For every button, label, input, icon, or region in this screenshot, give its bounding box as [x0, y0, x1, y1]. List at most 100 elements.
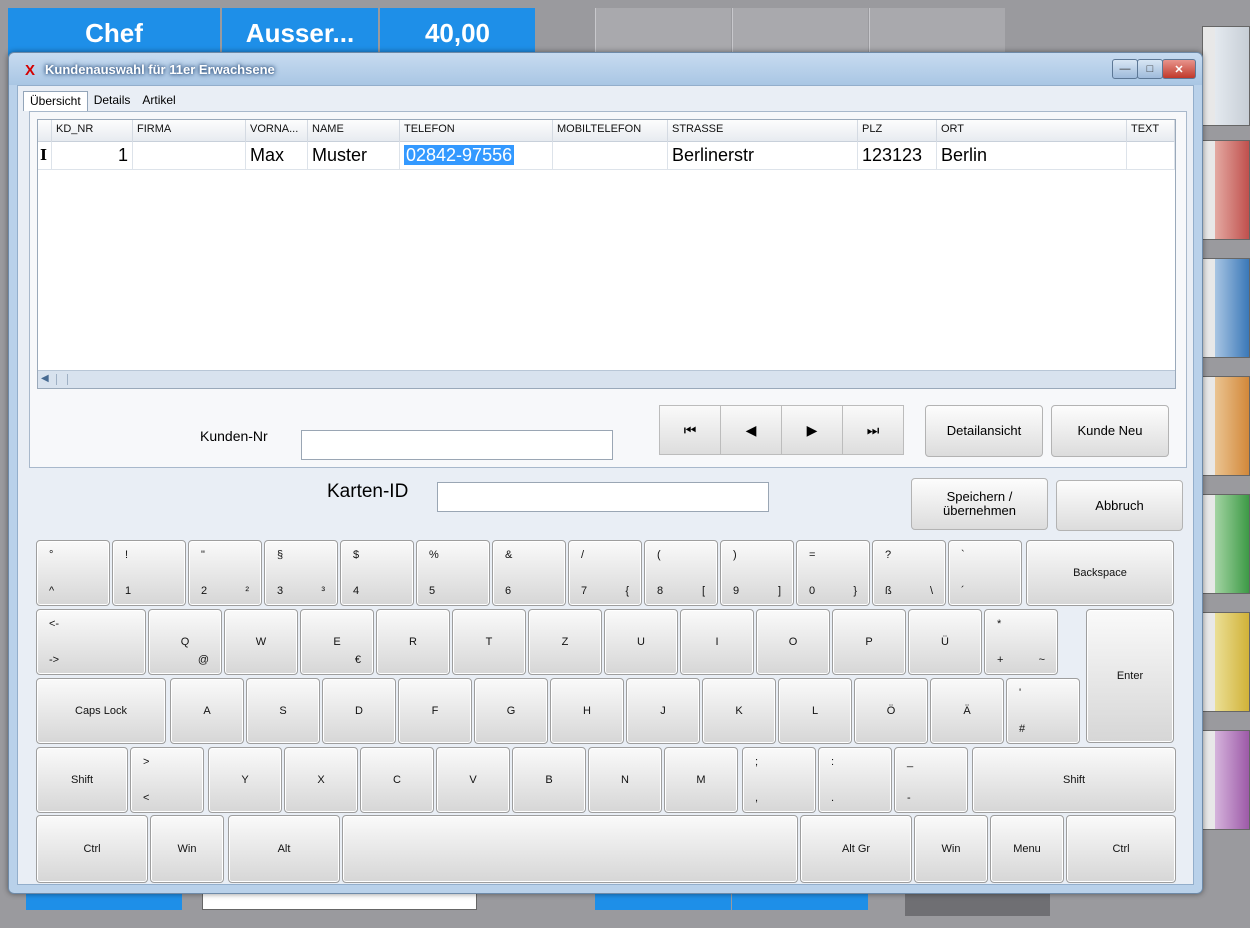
key-8[interactable]: (8 [ — [644, 540, 718, 606]
key-5[interactable]: % 5 — [416, 540, 490, 606]
key-space[interactable] — [342, 815, 798, 883]
key-k[interactable]: K — [702, 678, 776, 744]
cell-telefon[interactable]: 02842-97556 — [400, 142, 553, 170]
key-circumflex[interactable]: ° ^ — [36, 540, 110, 606]
key-g[interactable]: G — [474, 678, 548, 744]
key-q[interactable]: Q @ — [148, 609, 222, 675]
key-ctrl-left[interactable]: Ctrl — [36, 815, 148, 883]
key-p[interactable]: P — [832, 609, 906, 675]
key-d[interactable]: D — [322, 678, 396, 744]
key-r[interactable]: R — [376, 609, 450, 675]
key-j[interactable]: J — [626, 678, 700, 744]
scrollbar-thumb[interactable] — [56, 374, 68, 385]
key-w[interactable]: W — [224, 609, 298, 675]
nav-last-button[interactable]: ⏭ — [842, 405, 904, 455]
column-header-vorname[interactable]: VORNA... — [246, 120, 308, 142]
cell-text[interactable] — [1127, 142, 1175, 170]
key-comma[interactable]: ;, — [742, 747, 816, 813]
key-v[interactable]: V — [436, 747, 510, 813]
key-y[interactable]: Y — [208, 747, 282, 813]
cell-vorname[interactable]: Max — [246, 142, 308, 170]
key-shift-right[interactable]: Shift — [972, 747, 1176, 813]
kunde-neu-button[interactable]: Kunde Neu — [1051, 405, 1169, 457]
key-tab[interactable]: <- -> — [36, 609, 146, 675]
cell-plz[interactable]: 123123 — [858, 142, 937, 170]
key-2[interactable]: " 2 ² — [188, 540, 262, 606]
detailansicht-button[interactable]: Detailansicht — [925, 405, 1043, 457]
key-backspace[interactable]: Backspace — [1026, 540, 1174, 606]
key-acute[interactable]: ` ´ — [948, 540, 1022, 606]
key-f[interactable]: F — [398, 678, 472, 744]
key-enter[interactable]: Enter — [1086, 609, 1174, 743]
close-button[interactable]: ✕ — [1162, 59, 1196, 79]
tab-uebersicht[interactable]: Übersicht — [23, 91, 88, 111]
cell-kd-nr[interactable]: 1 — [52, 142, 133, 170]
key-caps-lock[interactable]: Caps Lock — [36, 678, 166, 744]
cell-firma[interactable] — [133, 142, 246, 170]
title-bar[interactable]: X Kundenauswahl für 11er Erwachsene — □ … — [9, 53, 1202, 85]
key-1[interactable]: ! 1 — [112, 540, 186, 606]
column-header-kd-nr[interactable]: KD_NR — [52, 120, 133, 142]
key-x[interactable]: X — [284, 747, 358, 813]
key-n[interactable]: N — [588, 747, 662, 813]
key-oe[interactable]: Ö — [854, 678, 928, 744]
key-m[interactable]: M — [664, 747, 738, 813]
kunden-nr-input[interactable] — [301, 430, 613, 460]
customer-grid[interactable]: KD_NR FIRMA VORNA... NAME TELEFON MOBILT… — [37, 119, 1176, 389]
key-b[interactable]: B — [512, 747, 586, 813]
column-header-mobiltelefon[interactable]: MOBILTELEFON — [553, 120, 668, 142]
key-hash[interactable]: ' # — [1006, 678, 1080, 744]
minimize-button[interactable]: — — [1112, 59, 1138, 79]
banknote-500-image[interactable] — [1202, 730, 1250, 830]
banknote-200-image[interactable] — [1202, 612, 1250, 712]
key-7[interactable]: / 7 { — [568, 540, 642, 606]
key-e[interactable]: E € — [300, 609, 374, 675]
key-sz[interactable]: ? ß \ — [872, 540, 946, 606]
column-header-firma[interactable]: FIRMA — [133, 120, 246, 142]
key-3[interactable]: § 3 ³ — [264, 540, 338, 606]
column-header-plz[interactable]: PLZ — [858, 120, 937, 142]
key-a[interactable]: A — [170, 678, 244, 744]
key-6[interactable]: & 6 — [492, 540, 566, 606]
key-win-right[interactable]: Win — [914, 815, 988, 883]
key-minus[interactable]: _ - — [894, 747, 968, 813]
column-header-text[interactable]: TEXT — [1127, 120, 1175, 142]
column-header-telefon[interactable]: TELEFON — [400, 120, 553, 142]
key-angle[interactable]: > < — [130, 747, 204, 813]
key-ae[interactable]: Ä — [930, 678, 1004, 744]
key-i[interactable]: I — [680, 609, 754, 675]
key-alt-gr[interactable]: Alt Gr — [800, 815, 912, 883]
scroll-left-icon[interactable]: ◀ — [41, 373, 49, 384]
maximize-button[interactable]: □ — [1137, 59, 1163, 79]
tab-artikel[interactable]: Artikel — [136, 91, 181, 111]
banknote-10-image[interactable] — [1202, 140, 1250, 240]
key-t[interactable]: T — [452, 609, 526, 675]
tab-details[interactable]: Details — [88, 91, 137, 111]
key-u[interactable]: U — [604, 609, 678, 675]
key-ctrl-right[interactable]: Ctrl — [1066, 815, 1176, 883]
column-header-strasse[interactable]: STRASSE — [668, 120, 858, 142]
banknote-20-image[interactable] — [1202, 258, 1250, 358]
key-9[interactable]: ) 9] — [720, 540, 794, 606]
key-plus[interactable]: * + ~ — [984, 609, 1058, 675]
key-0[interactable]: = 0} — [796, 540, 870, 606]
horizontal-scrollbar[interactable]: ◀ — [38, 370, 1175, 388]
key-shift-left[interactable]: Shift — [36, 747, 128, 813]
cell-ort[interactable]: Berlin — [937, 142, 1127, 170]
key-s[interactable]: S — [246, 678, 320, 744]
key-o[interactable]: O — [756, 609, 830, 675]
key-h[interactable]: H — [550, 678, 624, 744]
key-l[interactable]: L — [778, 678, 852, 744]
cell-name[interactable]: Muster — [308, 142, 400, 170]
key-ue[interactable]: Ü — [908, 609, 982, 675]
banknote-50-image[interactable] — [1202, 376, 1250, 476]
column-header-ort[interactable]: ORT — [937, 120, 1127, 142]
banknote-5-image[interactable] — [1202, 26, 1250, 126]
key-z[interactable]: Z — [528, 609, 602, 675]
key-period[interactable]: :. — [818, 747, 892, 813]
banknote-100-image[interactable] — [1202, 494, 1250, 594]
table-row[interactable]: I 1 Max Muster 02842-97556 Berlinerstr 1… — [38, 142, 1175, 170]
cell-mobiltelefon[interactable] — [553, 142, 668, 170]
key-4[interactable]: $4 — [340, 540, 414, 606]
nav-first-button[interactable]: ⏮ — [659, 405, 721, 455]
